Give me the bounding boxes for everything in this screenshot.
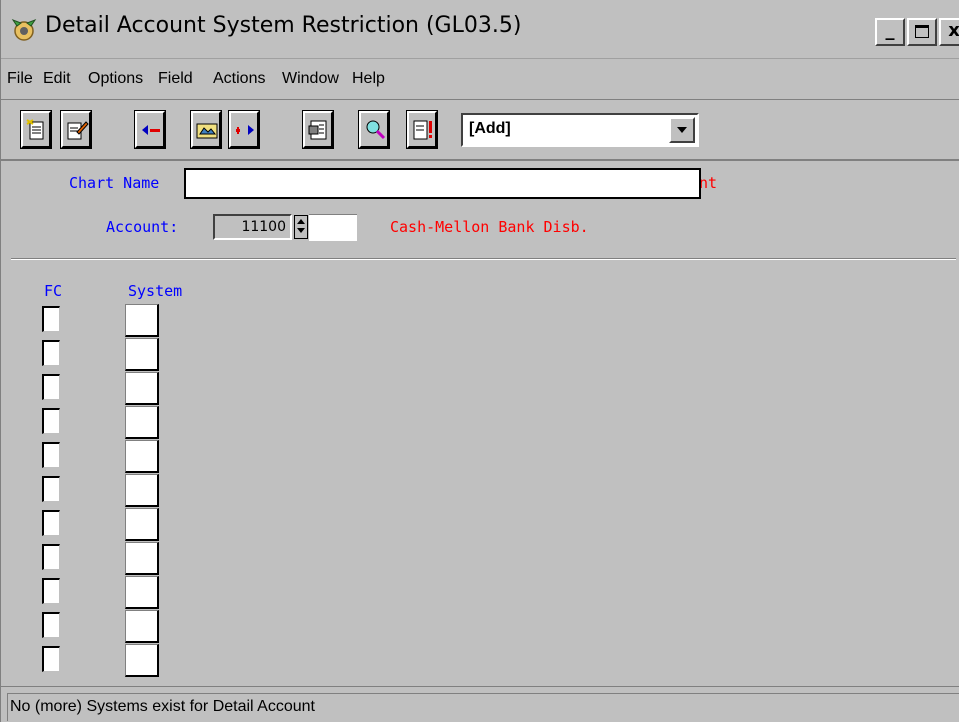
minimize-button[interactable]: _: [875, 18, 905, 46]
new-button[interactable]: [20, 110, 52, 149]
chart-name-input[interactable]: [184, 168, 701, 199]
fc-column-header: FC: [44, 282, 63, 300]
status-message: No (more) Systems exist for Detail Accou…: [7, 693, 959, 721]
alert-icon: [413, 120, 432, 140]
form-area: Chart Name nt Account: 11100 Cash-Mellon…: [1, 162, 959, 685]
system-field[interactable]: [125, 610, 159, 643]
previous-button[interactable]: [134, 110, 166, 149]
menu-actions[interactable]: Actions: [213, 70, 265, 88]
app-logo-icon: [11, 18, 37, 41]
close-icon: x: [948, 20, 959, 41]
find-icon: [366, 120, 386, 140]
system-column-header: System: [128, 282, 183, 300]
system-field[interactable]: [125, 542, 159, 575]
fc-checkbox[interactable]: [42, 646, 60, 672]
open-button[interactable]: [190, 110, 222, 149]
system-field[interactable]: [125, 474, 159, 507]
chevron-down-icon[interactable]: [669, 117, 695, 143]
system-field[interactable]: [125, 576, 159, 609]
account-sub-field[interactable]: [309, 214, 357, 241]
menu-edit[interactable]: Edit: [43, 70, 71, 88]
fc-checkbox[interactable]: [42, 578, 60, 604]
system-field[interactable]: [125, 406, 159, 439]
properties-button[interactable]: [302, 110, 334, 149]
menu-bar: File Edit Options Field Actions Window H…: [1, 60, 959, 100]
system-field[interactable]: [125, 338, 159, 371]
menu-file[interactable]: File: [7, 70, 33, 88]
fc-checkbox[interactable]: [42, 408, 60, 434]
fc-checkbox[interactable]: [42, 340, 60, 366]
system-field[interactable]: [125, 372, 159, 405]
menu-help[interactable]: Help: [352, 70, 385, 88]
fc-checkbox[interactable]: [42, 612, 60, 638]
menu-field[interactable]: Field: [158, 70, 193, 88]
mode-select[interactable]: [Add]: [461, 113, 699, 147]
alert-button[interactable]: [406, 110, 438, 149]
account-description: Cash-Mellon Bank Disb.: [390, 218, 589, 236]
system-field[interactable]: [125, 304, 159, 337]
chart-name-suffix: nt: [699, 174, 718, 192]
fc-checkbox[interactable]: [42, 374, 60, 400]
app-window: Detail Account System Restriction (GL03.…: [0, 0, 959, 722]
status-bar: No (more) Systems exist for Detail Accou…: [1, 686, 959, 722]
system-field[interactable]: [125, 508, 159, 541]
maximize-icon: [915, 25, 929, 38]
title-bar[interactable]: Detail Account System Restriction (GL03.…: [1, 0, 959, 59]
minimize-icon: _: [885, 20, 895, 41]
fc-checkbox[interactable]: [42, 510, 60, 536]
fc-checkbox[interactable]: [42, 476, 60, 502]
mode-select-value: [Add]: [469, 120, 511, 137]
next-button[interactable]: [228, 110, 260, 149]
fc-checkbox[interactable]: [42, 442, 60, 468]
window-title: Detail Account System Restriction (GL03.…: [45, 13, 522, 38]
previous-icon: [142, 125, 160, 135]
system-field[interactable]: [125, 644, 159, 677]
system-field[interactable]: [125, 440, 159, 473]
account-field[interactable]: 11100: [213, 214, 292, 240]
divider: [11, 258, 956, 260]
menu-window[interactable]: Window: [282, 70, 339, 88]
close-button[interactable]: x: [939, 18, 959, 46]
account-spinner-icon[interactable]: [294, 215, 308, 239]
fc-checkbox[interactable]: [42, 544, 60, 570]
open-folder-icon: [196, 123, 218, 139]
fc-checkbox[interactable]: [42, 306, 60, 332]
account-label: Account:: [106, 218, 179, 236]
new-document-icon: [26, 119, 44, 140]
chart-name-label: Chart Name: [69, 174, 160, 192]
maximize-button[interactable]: [907, 18, 937, 46]
edit-document-icon: [67, 121, 89, 140]
menu-options[interactable]: Options: [88, 70, 143, 88]
next-icon: [236, 125, 254, 135]
edit-button[interactable]: [60, 110, 92, 149]
properties-icon: [308, 120, 327, 140]
find-button[interactable]: [358, 110, 390, 149]
